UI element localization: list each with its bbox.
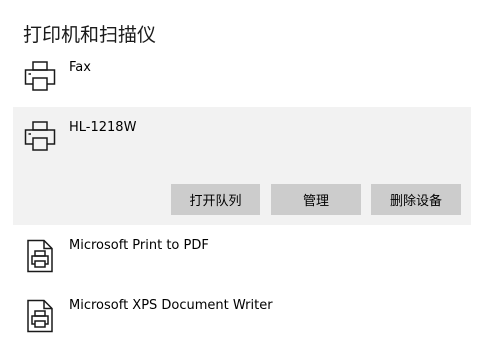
printer-name: Microsoft Print to PDF — [69, 238, 209, 253]
document-printer-icon — [26, 299, 54, 337]
printer-item-fax[interactable]: Fax — [13, 57, 471, 99]
printer-icon — [23, 59, 57, 97]
remove-device-button[interactable]: 删除设备 — [371, 184, 461, 215]
printer-item-xps-document-writer[interactable]: Microsoft XPS Document Writer — [13, 293, 471, 341]
printer-name: Fax — [69, 60, 91, 75]
printer-name: HL-1218W — [69, 120, 137, 135]
open-queue-button[interactable]: 打开队列 — [171, 184, 260, 215]
document-printer-icon — [26, 239, 54, 277]
printer-item-hl-1218w[interactable]: HL-1218W 打开队列 管理 删除设备 — [13, 107, 471, 225]
printer-name: Microsoft XPS Document Writer — [69, 298, 273, 313]
section-title: 打印机和扫描仪 — [23, 24, 157, 46]
manage-button[interactable]: 管理 — [271, 184, 361, 215]
printer-item-print-to-pdf[interactable]: Microsoft Print to PDF — [13, 233, 471, 283]
printer-icon — [23, 119, 57, 157]
